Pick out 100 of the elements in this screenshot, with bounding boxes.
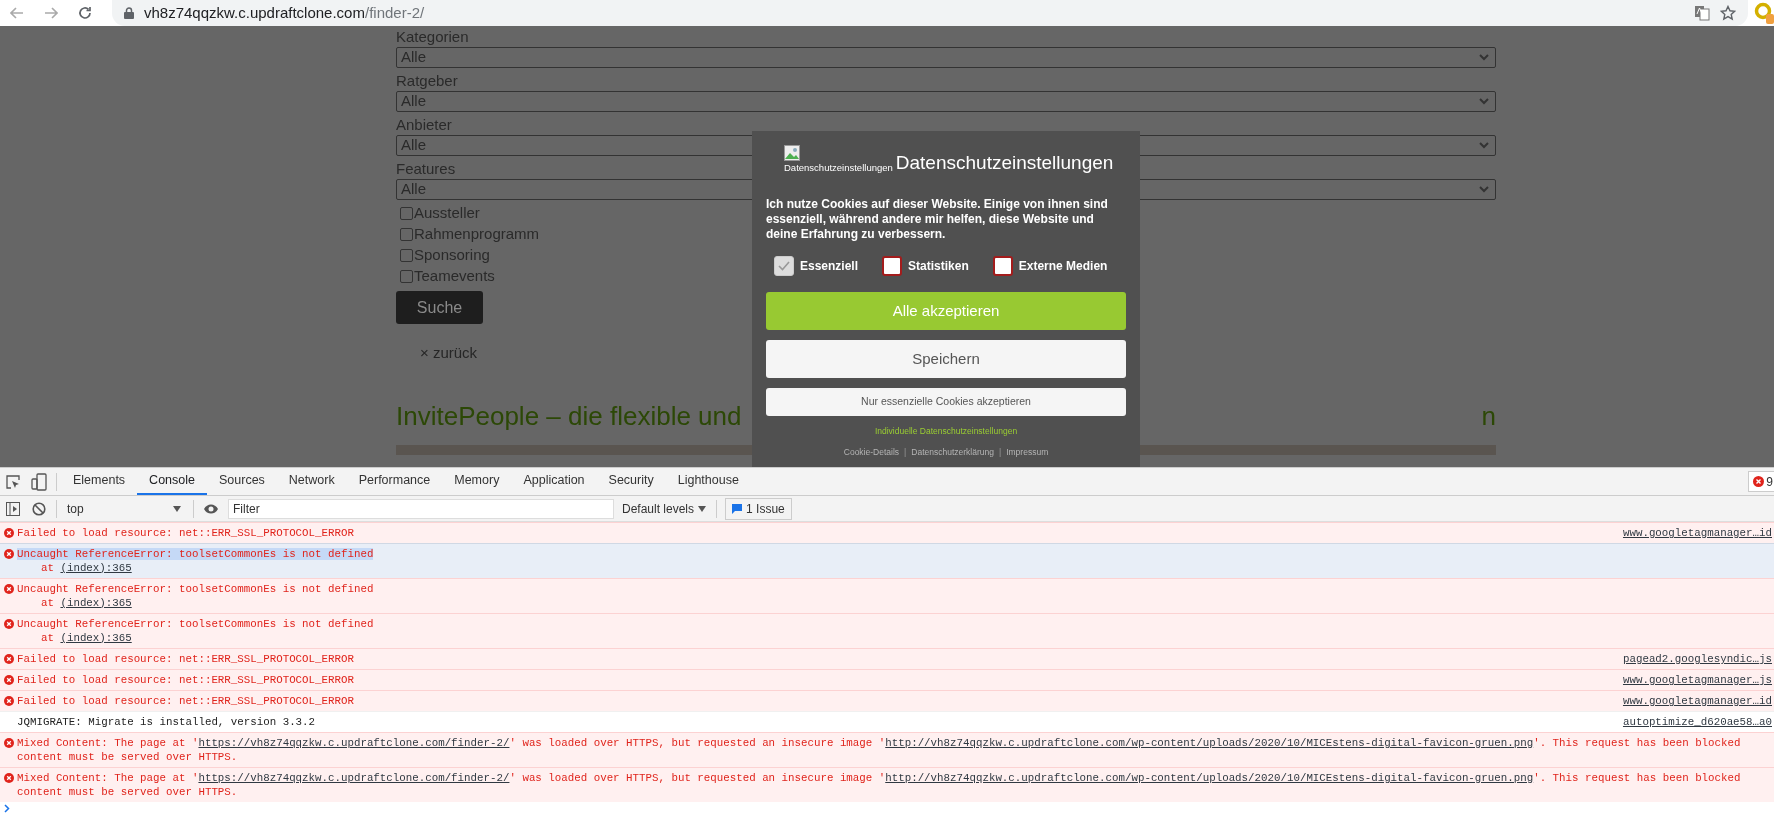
star-icon[interactable] xyxy=(1720,5,1736,21)
checkbox-label: Sponsoring xyxy=(414,245,490,266)
checkbox[interactable] xyxy=(400,249,413,262)
levels-dropdown[interactable]: Default levels xyxy=(622,499,707,518)
url-link[interactable]: https://vh8z74qqzkw.c.updraftclone.com/finder-2/ xyxy=(198,737,510,749)
source-link[interactable]: www.googletagmanager…id xyxy=(1622,694,1772,708)
checkbox-label: Rahmenprogramm xyxy=(414,224,540,245)
console-message: JQMIGRATE: Migrate is installed, version 3.3.2 xyxy=(17,716,316,728)
stack-trace: at (index):365 xyxy=(41,597,132,609)
error-icon xyxy=(3,619,14,629)
prompt-icon[interactable] xyxy=(4,804,10,813)
checkbox-label: Aussteller xyxy=(414,203,480,224)
devtools-tab[interactable]: Security xyxy=(596,468,666,495)
console-row[interactable]: Failed to load resource: net::ERR_SSL_PROTOCOL_ERROR pagead2.googlesyndic…js xyxy=(0,648,1774,669)
save-button[interactable]: Speichern xyxy=(766,340,1126,378)
separator: | xyxy=(903,445,908,459)
message-icon xyxy=(732,503,743,514)
settings-link[interactable]: Individuelle Datenschutzeinstellungen xyxy=(766,425,1126,438)
caret-icon xyxy=(1479,54,1489,61)
source-link[interactable]: www.googletagmanager…js xyxy=(1622,673,1772,687)
caret-icon xyxy=(173,505,181,512)
context-selector[interactable]: top xyxy=(61,499,189,518)
filter-field[interactable]: Filter xyxy=(228,498,614,519)
device-icon[interactable] xyxy=(31,472,47,491)
console-message: content must be served over HTTPS. xyxy=(17,750,239,764)
footer-link[interactable]: Datenschutzerklärung xyxy=(911,445,994,459)
console-message: Failed to load resource: net::ERR_SSL_PROTOCOL_ERROR xyxy=(17,695,354,707)
image-alt-text: Datenschutzeinstellungen xyxy=(784,161,893,175)
checkbox[interactable] xyxy=(400,207,413,220)
devtools-tab[interactable]: Memory xyxy=(442,468,512,495)
devtools-tab[interactable]: Performance xyxy=(346,468,443,495)
footer-link[interactable]: Impressum xyxy=(1006,445,1049,459)
caret-icon xyxy=(1479,142,1489,149)
console-message: content must be served over HTTPS. xyxy=(17,785,239,799)
field-label: Kategorien xyxy=(396,27,469,47)
devtools-tab[interactable]: Sources xyxy=(207,468,277,495)
source-link[interactable]: (index):365 xyxy=(60,632,132,644)
source-link[interactable]: pagead2.googlesyndic…js xyxy=(1622,652,1772,666)
url-text: vh8z74qqzkw.c.updraftclone.com/finder-2/ xyxy=(144,2,425,23)
broken-image-icon xyxy=(784,145,800,161)
checkbox[interactable] xyxy=(992,256,1013,276)
devtools-tab[interactable]: Application xyxy=(511,468,597,495)
source-link[interactable]: (index):365 xyxy=(60,597,132,609)
sidebar-icon[interactable] xyxy=(6,501,20,516)
url-link[interactable]: http://vh8z74qqzkw.c.updraftclone.com/wp-content/uploads/2020/10/MICEstens-digital-favicon-gruen.png xyxy=(885,737,1534,749)
caret-icon xyxy=(1479,98,1489,105)
console-row[interactable]: Uncaught ReferenceError: toolsetCommonEs is not defined at (index):365 xyxy=(0,578,1774,613)
error-icon xyxy=(1753,476,1765,487)
console-message: Failed to load resource: net::ERR_SSL_PROTOCOL_ERROR xyxy=(17,527,354,539)
error-icon xyxy=(3,675,14,685)
eye-icon[interactable] xyxy=(203,502,219,515)
console-row[interactable]: Failed to load resource: net::ERR_SSL_PROTOCOL_ERROR www.googletagmanager…id xyxy=(0,690,1774,711)
checkbox[interactable] xyxy=(400,228,413,241)
console-row[interactable]: Uncaught ReferenceError: toolsetCommonEs is not defined at (index):365 xyxy=(0,543,1774,578)
console-row[interactable] xyxy=(0,732,1774,767)
console-message: Uncaught ReferenceError: toolsetCommonEs is not defined xyxy=(17,548,374,560)
checkbox-label: Statistiken xyxy=(908,258,969,275)
address-bar[interactable]: vh8z74qqzkw.c.updraftclone.com/finder-2/ xyxy=(112,0,1748,26)
reload-icon[interactable] xyxy=(78,6,92,20)
footer-link[interactable]: Cookie-Details xyxy=(843,445,900,459)
caret-icon xyxy=(1479,186,1489,193)
url-link[interactable]: http://vh8z74qqzkw.c.updraftclone.com/wp-content/uploads/2020/10/MICEstens-digital-favicon-gruen.png xyxy=(885,772,1534,784)
source-link[interactable]: (index):365 xyxy=(60,562,132,574)
source-link[interactable]: www.googletagmanager…id xyxy=(1622,526,1772,540)
dialog-text: Ich nutze Cookies auf dieser Website. Einige von ihnen sind essenziell, während andere mir helfen, diese Website und deine Erfahrung zu verbessern. xyxy=(766,197,1109,242)
search-button[interactable]: Suche xyxy=(396,291,483,324)
translate-icon[interactable] xyxy=(1694,5,1710,21)
error-icon xyxy=(3,773,14,783)
stack-trace: at (index):365 xyxy=(41,632,132,644)
devtools-tab[interactable]: Network xyxy=(276,468,347,495)
checkbox-label: Essenziell xyxy=(800,258,859,275)
page-heading: n xyxy=(1481,400,1496,433)
inspect-icon[interactable] xyxy=(5,473,21,490)
console-row[interactable]: Uncaught ReferenceError: toolsetCommonEs is not defined at (index):365 xyxy=(0,613,1774,648)
console-row[interactable] xyxy=(0,767,1774,802)
stack-trace: at (index):365 xyxy=(41,562,132,574)
console-message: Failed to load resource: net::ERR_SSL_PROTOCOL_ERROR xyxy=(17,674,354,686)
console-row[interactable]: Failed to load resource: net::ERR_SSL_PROTOCOL_ERROR www.googletagmanager…id xyxy=(0,522,1774,543)
checkbox[interactable] xyxy=(400,270,413,283)
field-label: Features xyxy=(396,159,456,179)
page-heading: InvitePeople – die flexible und xyxy=(396,400,742,433)
devtools-tab[interactable]: Elements xyxy=(61,468,138,495)
essential-only-button[interactable]: Nur essenzielle Cookies akzeptieren xyxy=(766,388,1126,416)
error-icon xyxy=(3,549,14,559)
console-row[interactable]: Failed to load resource: net::ERR_SSL_PROTOCOL_ERROR www.googletagmanager…js xyxy=(0,669,1774,690)
devtools-tab[interactable]: Lighthouse xyxy=(665,468,751,495)
console-message: Mixed Content: The page at 'https://vh8z74qqzkw.c.updraftclone.com/finder-2/' was loaded over HTTPS, but requested an insecure image 'http://vh8z74qqzkw.c.updraftclone.com/wp-content/uploads/2020/10/MICEstens-digital-favicon-gruen.png'. This request has been blocked xyxy=(17,772,1741,784)
field-label: Ratgeber xyxy=(396,71,458,91)
url-link[interactable]: https://vh8z74qqzkw.c.updraftclone.com/finder-2/ xyxy=(198,772,510,784)
source-link[interactable]: autoptimize_d620ae58…a0 xyxy=(1622,715,1772,729)
issues-button[interactable]: 1 Issue xyxy=(725,497,792,520)
error-icon xyxy=(3,584,14,594)
error-icon xyxy=(3,696,14,706)
error-icon xyxy=(3,528,14,538)
clear-icon[interactable] xyxy=(32,501,46,516)
checkbox[interactable] xyxy=(882,256,903,276)
console-message: Mixed Content: The page at 'https://vh8z74qqzkw.c.updraftclone.com/finder-2/' was loaded over HTTPS, but requested an insecure image 'http://vh8z74qqzkw.c.updraftclone.com/wp-content/uploads/2020/10/MICEstens-digital-favicon-gruen.png'. This request has been blocked xyxy=(17,737,1741,749)
error-icon xyxy=(3,738,14,748)
error-counter[interactable]: 9 xyxy=(1748,471,1774,492)
checkbox-label: Externe Medien xyxy=(1018,258,1108,275)
